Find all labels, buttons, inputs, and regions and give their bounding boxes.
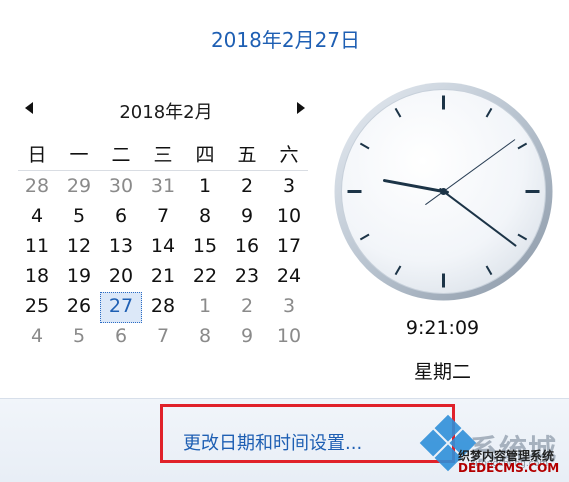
calendar-day[interactable]: 2 xyxy=(226,171,268,201)
calendar-day[interactable]: 6 xyxy=(100,201,142,231)
calendar-day[interactable]: 23 xyxy=(226,261,268,291)
calendar-day[interactable]: 12 xyxy=(58,231,100,261)
weekday-header: 五 xyxy=(237,144,257,166)
calendar-day[interactable]: 3 xyxy=(268,171,310,201)
triangle-left-icon xyxy=(25,102,33,114)
date-time-flyout: 2018年2月27日 2018年2月 日一二三四五六 28 29 30 31 1 2 3 4 5 6… xyxy=(0,0,569,482)
annotation-highlight-box xyxy=(160,404,455,463)
calendar-day[interactable]: 3 xyxy=(268,291,310,321)
current-date-link[interactable]: 2018年2月27日 xyxy=(0,24,569,53)
calendar-day[interactable]: 5 xyxy=(58,321,100,351)
prev-month-button[interactable] xyxy=(22,100,36,116)
calendar-day[interactable]: 10 xyxy=(268,201,310,231)
calendar-day[interactable]: 7 xyxy=(142,321,184,351)
calendar-day[interactable]: 7 xyxy=(142,201,184,231)
calendar-day[interactable]: 9 xyxy=(226,201,268,231)
calendar-day[interactable]: 30 xyxy=(100,171,142,201)
weekday-header: 三 xyxy=(153,144,173,166)
calendar-grid: 日一二三四五六 28 29 30 31 1 2 3 4 5 6 7 8 9 10 11 12 13 14 15 16 17… xyxy=(16,140,311,350)
clock-center-pin xyxy=(440,188,447,195)
weekday-header: 二 xyxy=(111,144,131,166)
calendar-day[interactable]: 29 xyxy=(58,171,100,201)
calendar-day[interactable]: 4 xyxy=(16,321,58,351)
calendar-day[interactable]: 15 xyxy=(184,231,226,261)
watermark-site-url: DEDECMS.COM xyxy=(458,461,560,475)
calendar-day[interactable]: 1 xyxy=(184,291,226,321)
calendar-day[interactable]: 1 xyxy=(184,171,226,201)
calendar-day[interactable]: 16 xyxy=(226,231,268,261)
calendar-day[interactable]: 25 xyxy=(16,291,58,321)
calendar-day[interactable]: 22 xyxy=(184,261,226,291)
calendar-day[interactable]: 18 xyxy=(16,261,58,291)
calendar-day[interactable]: 10 xyxy=(268,321,310,351)
calendar-day[interactable]: 11 xyxy=(16,231,58,261)
calendar-day[interactable]: 9 xyxy=(226,321,268,351)
calendar-day[interactable]: 13 xyxy=(100,231,142,261)
weekday-header: 一 xyxy=(69,144,89,166)
calendar-day[interactable]: 4 xyxy=(16,201,58,231)
weekday-header: 四 xyxy=(195,144,215,166)
calendar-day[interactable]: 8 xyxy=(184,321,226,351)
next-month-button[interactable] xyxy=(294,100,308,116)
digital-time: 9:21:09 xyxy=(405,317,480,339)
weekday-header: 六 xyxy=(279,144,299,166)
calendar-day[interactable]: 28 xyxy=(142,291,184,321)
month-title[interactable]: 2018年2月 xyxy=(96,98,236,124)
triangle-right-icon xyxy=(297,102,305,114)
weekday-label: 星期二 xyxy=(413,361,471,383)
calendar-day[interactable]: 26 xyxy=(58,291,100,321)
calendar-day[interactable]: 24 xyxy=(268,261,310,291)
calendar-day[interactable]: 6 xyxy=(100,321,142,351)
calendar-day[interactable]: 14 xyxy=(142,231,184,261)
calendar-day[interactable]: 28 xyxy=(16,171,58,201)
analog-clock xyxy=(334,82,553,301)
calendar-day[interactable]: 8 xyxy=(184,201,226,231)
calendar-day[interactable]: 31 xyxy=(142,171,184,201)
current-date-text[interactable]: 2018年2月27日 xyxy=(211,24,360,53)
calendar-day-today[interactable]: 27 xyxy=(100,291,142,321)
calendar-day[interactable]: 19 xyxy=(58,261,100,291)
weekday-header: 日 xyxy=(27,144,47,166)
calendar-day[interactable]: 20 xyxy=(100,261,142,291)
calendar-day[interactable]: 17 xyxy=(268,231,310,261)
calendar-day[interactable]: 21 xyxy=(142,261,184,291)
calendar-day[interactable]: 2 xyxy=(226,291,268,321)
calendar-day[interactable]: 5 xyxy=(58,201,100,231)
